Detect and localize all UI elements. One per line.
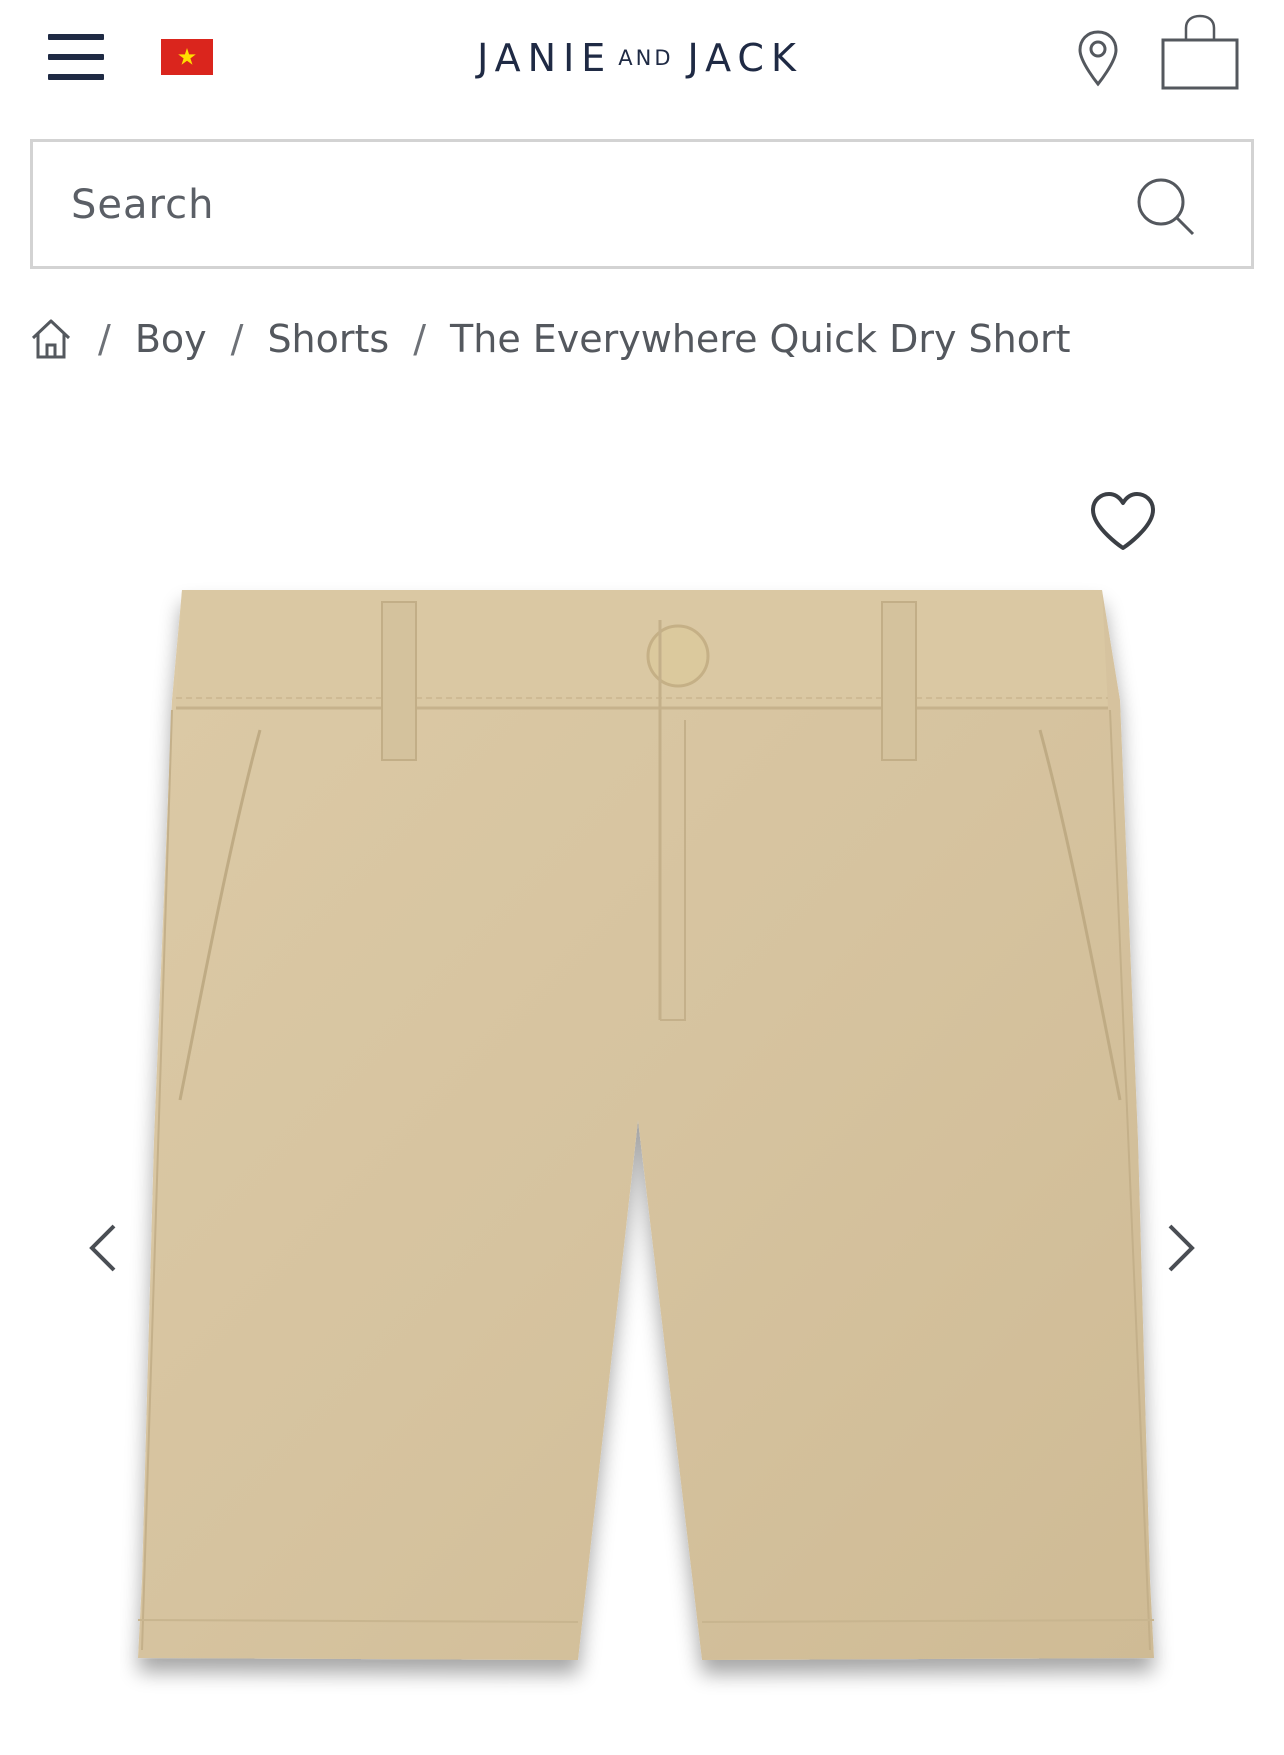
product-image-shorts[interactable] [120, 580, 1180, 1740]
product-gallery [0, 420, 1284, 1755]
hamburger-menu-icon[interactable] [48, 34, 104, 82]
heart-icon[interactable] [1088, 490, 1158, 552]
vietnam-flag-icon[interactable] [161, 39, 213, 75]
brand-word-jack: JACK [687, 36, 803, 80]
shopping-bag-icon[interactable] [1160, 14, 1240, 90]
breadcrumb-item-current: The Everywhere Quick Dry Short [450, 317, 1071, 361]
search-icon[interactable] [1135, 176, 1197, 238]
site-header: JANIE AND JACK [0, 0, 1284, 118]
search-bar [30, 139, 1254, 269]
breadcrumb: / Boy / Shorts / The Everywhere Quick Dr… [28, 304, 1071, 374]
search-input[interactable] [69, 142, 1073, 268]
chevron-left-icon[interactable] [82, 1220, 122, 1276]
brand-word-and: AND [618, 46, 674, 70]
breadcrumb-separator: / [230, 317, 244, 361]
brand-logo[interactable]: JANIE AND JACK [390, 30, 890, 86]
location-pin-icon[interactable] [1074, 28, 1122, 88]
breadcrumb-separator: / [98, 317, 111, 361]
breadcrumb-item-boy[interactable]: Boy [135, 317, 207, 361]
breadcrumb-separator: / [413, 317, 427, 361]
breadcrumb-item-shorts[interactable]: Shorts [267, 317, 389, 361]
brand-word-janie: JANIE [477, 36, 613, 80]
product-page: JANIEAND JACK / Boy / Shorts / The Everyw… [0, 0, 1284, 1755]
home-icon[interactable] [28, 316, 74, 362]
